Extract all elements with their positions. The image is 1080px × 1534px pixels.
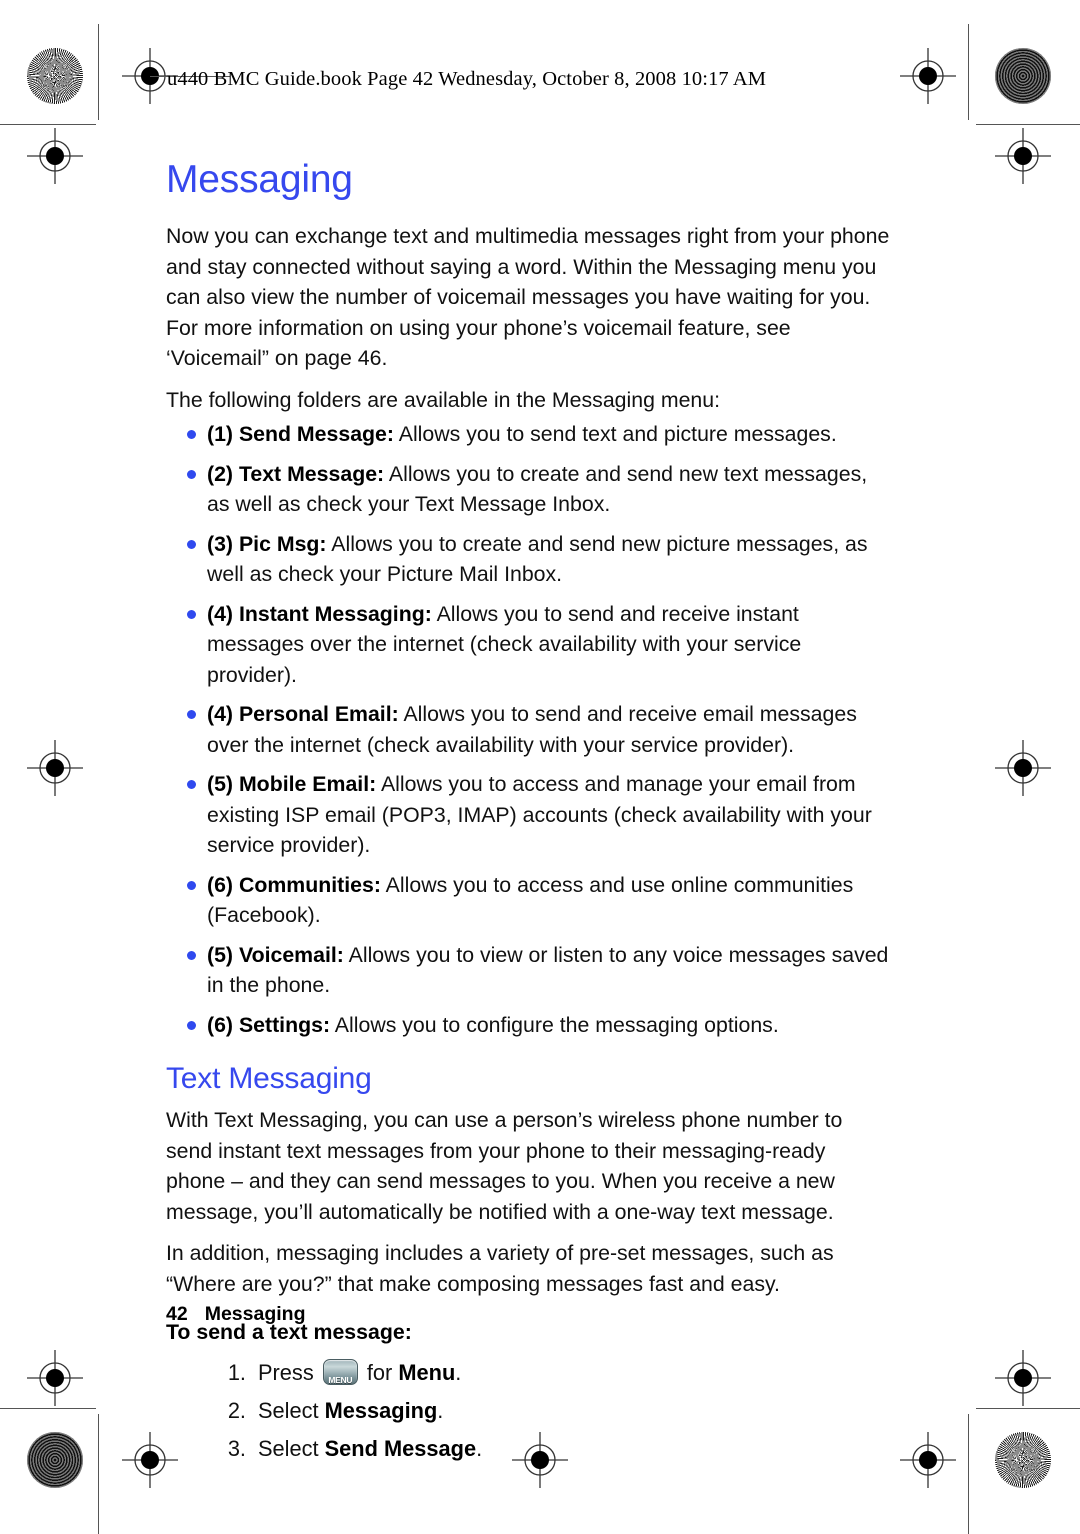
registration-target-left-lower: [27, 1336, 83, 1420]
folder-list-item: (6) Settings: Allows you to configure th…: [166, 1010, 890, 1041]
menu-ok-key-line2: OK: [324, 1371, 357, 1384]
procedure-step: 2. Select Messaging.: [166, 1392, 890, 1430]
text-column: Messaging Now you can exchange text and …: [166, 160, 890, 1468]
menu-ok-key-icon: MENUOK: [322, 1358, 358, 1385]
document-page: u440 BMC Guide.book Page 42 Wednesday, O…: [0, 0, 1080, 1534]
section-title-text-messaging: Text Messaging: [166, 1062, 372, 1095]
step-text-after: .: [437, 1397, 444, 1423]
registration-target-right-upper: [995, 128, 1051, 184]
folder-list-item: (5) Voicemail: Allows you to view or lis…: [166, 940, 890, 1001]
trim-line-bottom-left-vertical: [98, 1414, 99, 1534]
folder-item-label: (5) Voicemail:: [207, 942, 344, 967]
text-messaging-paragraph-1: With Text Messaging, you can use a perso…: [166, 1108, 843, 1224]
folder-list-item: (2) Text Message: Allows you to create a…: [166, 459, 890, 520]
step-text-before: Select: [258, 1435, 325, 1461]
registration-target-left-upper: [27, 128, 83, 184]
procedure-step: 3. Select Send Message.: [166, 1430, 890, 1468]
bullet-dot-icon: [187, 710, 196, 719]
folder-list-item: (5) Mobile Email: Allows you to access a…: [166, 769, 890, 861]
folder-list-item: (6) Communities: Allows you to access an…: [166, 870, 890, 931]
trim-line-left-vertical: [98, 24, 99, 120]
folder-item-label: (4) Instant Messaging:: [207, 601, 432, 626]
bullet-dot-icon: [187, 880, 196, 890]
procedure-step: 1. Press MENUOK for Menu.: [166, 1354, 890, 1392]
registration-target-right-lower: [995, 1336, 1051, 1420]
step-emphasis: Send Message: [324, 1435, 477, 1461]
step-text-before: Press: [258, 1359, 320, 1385]
folder-list: (1) Send Message: Allows you to send tex…: [166, 419, 890, 1040]
bullet-dot-icon: [187, 1020, 196, 1030]
rosette-mark-bottom-right: [995, 1432, 1051, 1488]
trim-line-bottom-right-vertical: [968, 1414, 969, 1534]
bullet-dot-icon: [187, 430, 196, 439]
page-footer: 42 Messaging: [166, 1303, 305, 1326]
trim-line-bottom-left-horizontal: [0, 1408, 96, 1409]
step-text-after: .: [455, 1359, 462, 1385]
folder-item-label: (6) Communities:: [207, 872, 381, 897]
text-messaging-paragraph-2: In addition, messaging includes a variet…: [166, 1241, 834, 1296]
bullet-dot-icon: [187, 539, 196, 549]
folders-lead-in: The following folders are available in t…: [166, 387, 721, 412]
step-emphasis: Menu: [398, 1359, 456, 1385]
rosette-mark-top-right: [995, 48, 1051, 104]
step-text-after: .: [476, 1435, 483, 1461]
registration-target-right-middle: [995, 726, 1051, 810]
footer-chapter-name: Messaging: [204, 1303, 306, 1325]
folder-item-label: (4) Personal Email:: [207, 702, 399, 726]
bullet-dot-icon: [187, 950, 196, 960]
trim-line-top-left-horizontal: [0, 124, 96, 125]
footer-page-number: 42: [166, 1303, 188, 1325]
page-title: Messaging: [166, 158, 353, 201]
step-number: 1.: [227, 1359, 246, 1385]
step-text-before: Select: [258, 1397, 325, 1423]
procedure-step-list: 1. Press MENUOK for Menu. 2. Select Messagi…: [166, 1354, 890, 1468]
folder-item-label: (1) Send Message:: [207, 422, 394, 446]
step-number: 3.: [227, 1435, 246, 1461]
registration-target-left-middle: [27, 726, 83, 810]
running-header: u440 BMC Guide.book Page 42 Wednesday, O…: [167, 68, 767, 90]
bullet-dot-icon: [187, 469, 196, 479]
rosette-mark-top-left: [27, 48, 83, 104]
registration-target-bottom-right: [900, 1432, 956, 1488]
step-number: 2.: [227, 1397, 246, 1423]
folder-list-item: (4) Instant Messaging: Allows you to sen…: [166, 599, 890, 691]
trim-line-top-right-horizontal: [976, 124, 1080, 125]
folder-item-label: (3) Pic Msg:: [207, 531, 327, 556]
folder-item-label: (5) Mobile Email:: [207, 772, 377, 796]
folder-item-description: Allows you to configure the messaging op…: [330, 1012, 779, 1037]
step-emphasis: Messaging: [324, 1397, 438, 1423]
folder-list-item: (3) Pic Msg: Allows you to create and se…: [166, 529, 890, 590]
folder-item-label: (2) Text Message:: [207, 461, 385, 486]
trim-line-bottom-right-horizontal: [976, 1408, 1080, 1409]
intro-paragraph: Now you can exchange text and multimedia…: [166, 224, 890, 370]
folder-item-description: Allows you to send text and picture mess…: [394, 422, 837, 446]
folder-item-label: (6) Settings:: [207, 1012, 331, 1037]
step-text-middle: for: [360, 1359, 399, 1385]
folder-list-item: (4) Personal Email: Allows you to send a…: [166, 699, 890, 760]
rosette-mark-bottom-left: [27, 1432, 83, 1488]
folder-list-item: (1) Send Message: Allows you to send tex…: [166, 419, 890, 450]
registration-target-top-right: [900, 48, 956, 104]
bullet-dot-icon: [187, 780, 196, 789]
trim-line-right-vertical: [968, 24, 969, 120]
bullet-dot-icon: [187, 609, 196, 619]
